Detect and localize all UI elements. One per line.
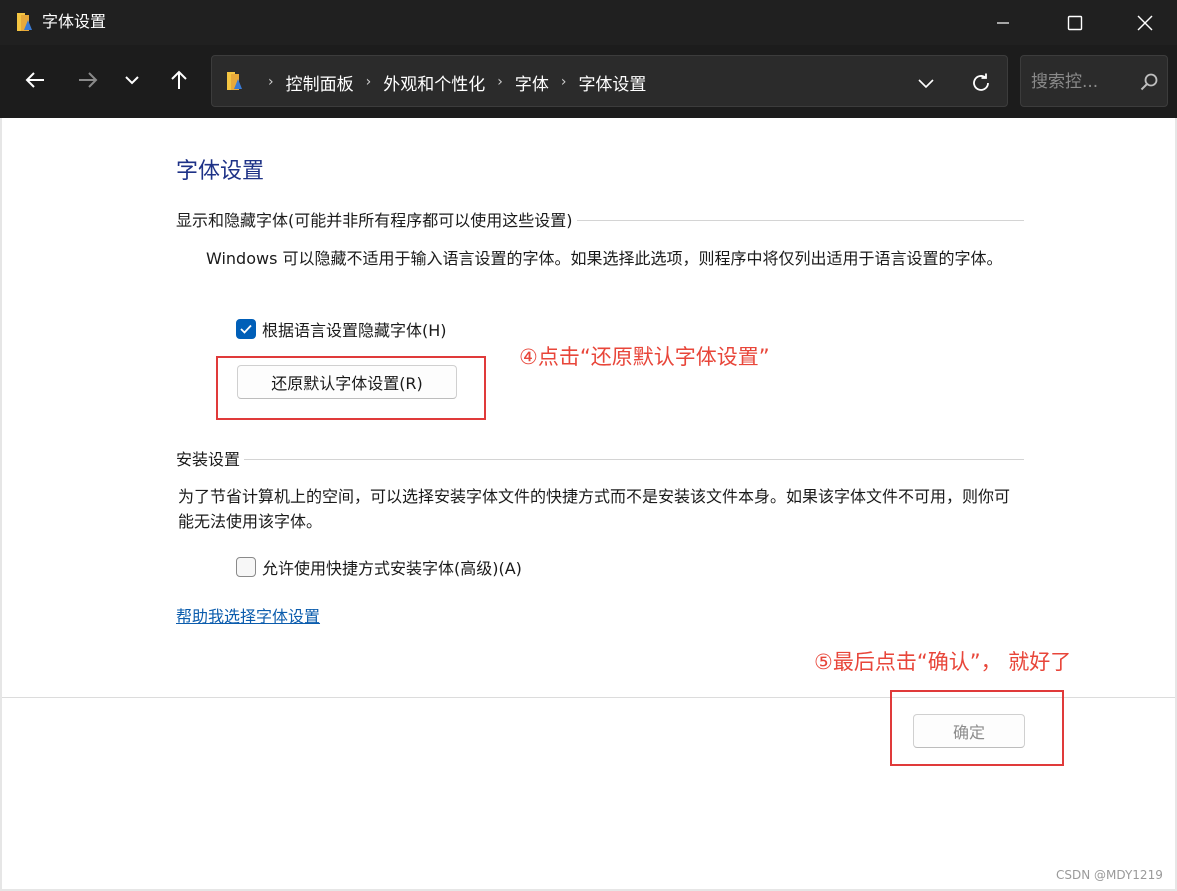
folder-icon (227, 72, 242, 90)
hide-fonts-checkbox[interactable]: 根据语言设置隐藏字体(H) (236, 317, 447, 341)
section-title: 安装设置 (176, 450, 241, 469)
arrow-up-icon (171, 70, 187, 89)
navigation-bar: › 控制面板 › 外观和个性化 › 字体 › 字体设置 (0, 45, 1177, 118)
arrow-right-icon (79, 72, 98, 88)
search-icon[interactable] (1139, 72, 1159, 92)
checkbox-unchecked[interactable] (236, 557, 256, 577)
annotation-step-4: ④点击“还原默认字体设置” (519, 345, 770, 369)
breadcrumb-item-font-settings[interactable]: 字体设置 (578, 70, 646, 95)
maximize-button[interactable] (1040, 0, 1110, 45)
title-bar: 字体设置 (0, 0, 1177, 45)
content-panel: 字体设置 显示和隐藏字体(可能并非所有程序都可以使用这些设置) Windows … (2, 118, 1175, 889)
checkmark-icon (240, 324, 252, 334)
section-divider (244, 458, 1024, 460)
page-title: 字体设置 (176, 159, 265, 184)
breadcrumb-separator: › (497, 74, 503, 90)
search-box[interactable] (1020, 55, 1168, 107)
maximize-icon (1067, 15, 1083, 30)
breadcrumb-separator: › (560, 74, 567, 90)
section-title: 显示和隐藏字体(可能并非所有程序都可以使用这些设置) (176, 211, 573, 230)
window-frame (0, 118, 2, 891)
help-link[interactable]: 帮助我选择字体设置 (176, 603, 320, 627)
checkbox-label: 根据语言设置隐藏字体(H) (262, 321, 447, 340)
breadcrumb: › 控制面板 › 外观和个性化 › 字体 › 字体设置 (256, 70, 646, 95)
annotation-highlight-ok (890, 690, 1064, 766)
install-description: 为了节省计算机上的空间，可以选择安装字体文件的快捷方式而不是安装该文件本身。如果… (178, 487, 1011, 531)
up-button[interactable] (161, 62, 197, 98)
annotation-step-5: ⑤最后点击“确认”， 就好了 (814, 650, 1072, 674)
chevron-down-icon (125, 76, 139, 85)
section-header-install: 安装设置 (176, 447, 1024, 469)
back-button[interactable] (17, 62, 53, 98)
close-icon (1137, 15, 1153, 30)
section-divider (576, 219, 1024, 221)
window-title: 字体设置 (42, 12, 107, 31)
search-input[interactable] (1031, 70, 1131, 94)
breadcrumb-item-control-panel[interactable]: 控制面板 (286, 70, 354, 95)
minimize-button[interactable] (968, 0, 1038, 45)
address-bar[interactable]: › 控制面板 › 外观和个性化 › 字体 › 字体设置 (211, 55, 1008, 107)
address-history-button[interactable] (912, 69, 940, 97)
chevron-down-icon (918, 79, 934, 89)
annotation-highlight-restore (216, 356, 486, 420)
recent-locations-button[interactable] (114, 62, 150, 98)
section-header-display: 显示和隐藏字体(可能并非所有程序都可以使用这些设置) (176, 208, 1024, 230)
breadcrumb-item-fonts[interactable]: 字体 (515, 70, 549, 95)
minimize-icon (997, 21, 1009, 24)
breadcrumb-item-appearance[interactable]: 外观和个性化 (383, 70, 485, 95)
folder-icon (17, 13, 32, 31)
display-description: Windows 可以隐藏不适用于输入语言设置的字体。如果选择此选项，则程序中将仅… (206, 249, 1003, 268)
checkbox-label: 允许使用快捷方式安装字体(高级)(A) (262, 559, 522, 578)
refresh-icon (973, 73, 989, 91)
close-button[interactable] (1110, 0, 1177, 45)
breadcrumb-separator: › (365, 74, 372, 90)
refresh-button[interactable] (966, 68, 996, 98)
forward-button[interactable] (70, 62, 106, 98)
watermark: CSDN @MDY1219 (1056, 868, 1163, 882)
arrow-left-icon (25, 72, 44, 88)
checkbox-checked[interactable] (236, 319, 256, 339)
shortcut-install-checkbox[interactable]: 允许使用快捷方式安装字体(高级)(A) (236, 555, 522, 579)
breadcrumb-separator: › (268, 74, 274, 90)
